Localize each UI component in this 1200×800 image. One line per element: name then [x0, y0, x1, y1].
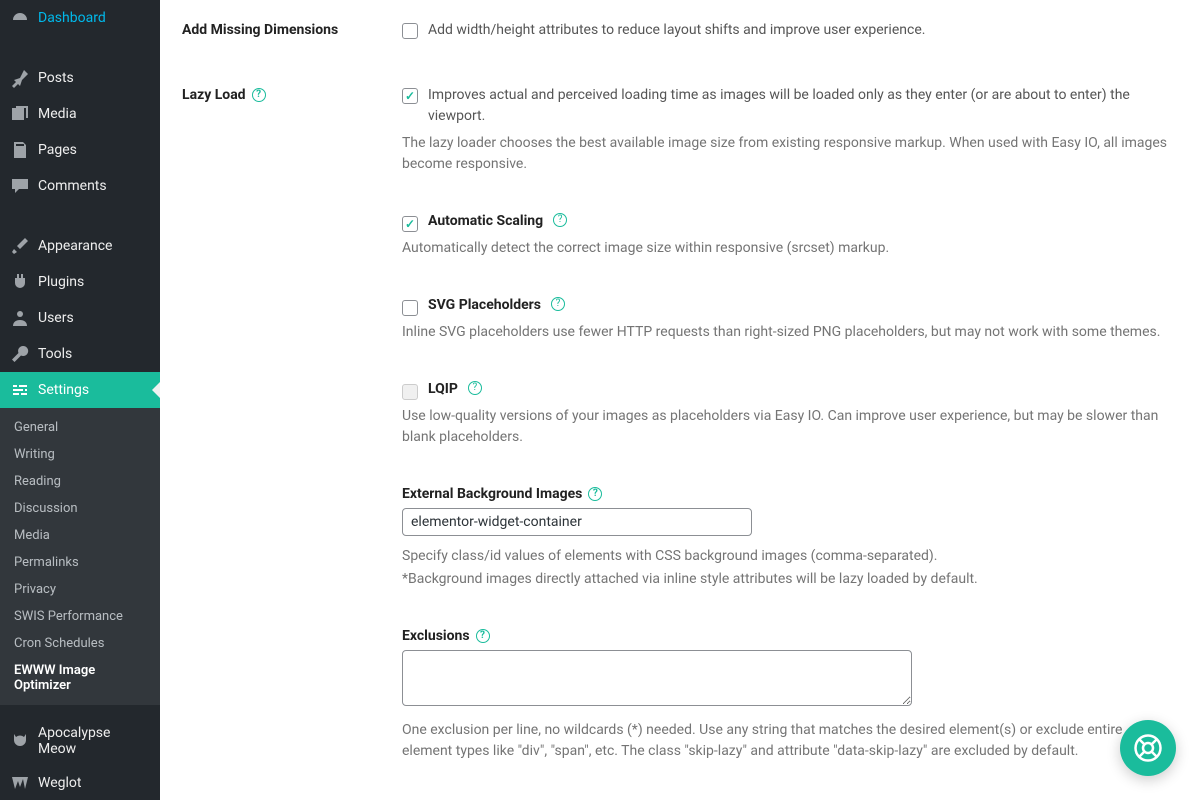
- submenu-swis[interactable]: SWIS Performance: [0, 603, 160, 630]
- submenu-general[interactable]: General: [0, 414, 160, 441]
- users-icon: [10, 308, 30, 328]
- submenu-discussion[interactable]: Discussion: [0, 495, 160, 522]
- textarea-exclusions[interactable]: [402, 650, 912, 706]
- wrench-icon: [10, 344, 30, 364]
- menu-label: Comments: [38, 178, 107, 194]
- menu-label: Users: [38, 310, 74, 326]
- block-svg-placeholders: SVG Placeholders ? Inline SVG placeholde…: [402, 297, 1170, 343]
- menu-label: Appearance: [38, 238, 112, 254]
- sidebar-item-apocalypse[interactable]: Apocalypse Meow: [0, 717, 160, 765]
- checkbox-lazy-load[interactable]: [402, 88, 418, 104]
- pages-icon: [10, 140, 30, 160]
- block-automatic-scaling: Automatic Scaling ? Automatically detect…: [402, 213, 1170, 259]
- help-icon[interactable]: ?: [551, 297, 565, 311]
- menu-label: Apocalypse Meow: [38, 725, 150, 757]
- pin-icon: [10, 68, 30, 88]
- block-exclusions: Exclusions ? One exclusion per line, no …: [402, 628, 1170, 762]
- dashboard-icon: [10, 8, 30, 28]
- submenu-cron[interactable]: Cron Schedules: [0, 630, 160, 657]
- row-add-missing-dimensions: Add Missing Dimensions Add width/height …: [182, 20, 1170, 45]
- label-lazy-load: Lazy Load: [182, 87, 246, 103]
- submenu-privacy[interactable]: Privacy: [0, 576, 160, 603]
- sidebar-item-tools[interactable]: Tools: [0, 336, 160, 372]
- submenu-writing[interactable]: Writing: [0, 441, 160, 468]
- menu-label: Settings: [38, 382, 89, 398]
- help-icon[interactable]: ?: [476, 629, 490, 643]
- label-external-bg: External Background Images: [402, 486, 582, 502]
- help-icon[interactable]: ?: [468, 381, 482, 395]
- sidebar-item-comments[interactable]: Comments: [0, 168, 160, 204]
- desc-add-missing: Add width/height attributes to reduce la…: [428, 20, 925, 41]
- submenu-permalinks[interactable]: Permalinks: [0, 549, 160, 576]
- label-add-missing: Add Missing Dimensions: [182, 20, 402, 38]
- help-icon[interactable]: ?: [553, 213, 567, 227]
- checkbox-automatic-scaling[interactable]: [402, 216, 418, 232]
- menu-label: Dashboard: [38, 10, 106, 26]
- brush-icon: [10, 236, 30, 256]
- sliders-icon: [10, 380, 30, 400]
- lifebuoy-icon: [1133, 733, 1163, 763]
- cat-icon: [10, 731, 30, 751]
- checkbox-svg-placeholders[interactable]: [402, 300, 418, 316]
- menu-label: Pages: [38, 142, 77, 158]
- block-external-bg: External Background Images ? Specify cla…: [402, 486, 1170, 590]
- desc-external-bg-2: *Background images directly attached via…: [402, 569, 1170, 590]
- input-external-bg[interactable]: [402, 508, 752, 536]
- label-svg-placeholders: SVG Placeholders: [428, 297, 541, 313]
- admin-sidebar: Dashboard Posts Media Pages Comments App…: [0, 0, 160, 800]
- desc-automatic-scaling: Automatically detect the correct image s…: [402, 238, 1170, 259]
- submenu-media[interactable]: Media: [0, 522, 160, 549]
- desc-lazy-load: The lazy loader chooses the best availab…: [402, 133, 1170, 175]
- label-automatic-scaling: Automatic Scaling: [428, 213, 543, 229]
- checkbox-add-missing-dimensions[interactable]: [402, 23, 418, 39]
- checkbox-lqip: [402, 384, 418, 400]
- sidebar-item-posts[interactable]: Posts: [0, 60, 160, 96]
- sidebar-item-dashboard[interactable]: Dashboard: [0, 0, 160, 36]
- help-icon[interactable]: ?: [252, 88, 266, 102]
- settings-panel: Add Missing Dimensions Add width/height …: [160, 0, 1200, 800]
- block-lqip: LQIP ? Use low-quality versions of your …: [402, 381, 1170, 448]
- submenu-ewww[interactable]: EWWW Image Optimizer: [0, 657, 160, 699]
- weglot-icon: [10, 773, 30, 793]
- desc-external-bg-1: Specify class/id values of elements with…: [402, 546, 1170, 567]
- sidebar-item-media[interactable]: Media: [0, 96, 160, 132]
- menu-label: Posts: [38, 70, 74, 86]
- desc-svg-placeholders: Inline SVG placeholders use fewer HTTP r…: [402, 322, 1170, 343]
- sidebar-item-users[interactable]: Users: [0, 300, 160, 336]
- sidebar-item-weglot[interactable]: Weglot: [0, 765, 160, 800]
- media-icon: [10, 104, 30, 124]
- menu-label: Plugins: [38, 274, 84, 290]
- desc-exclusions: One exclusion per line, no wildcards (*)…: [402, 720, 1170, 762]
- settings-submenu: General Writing Reading Discussion Media…: [0, 408, 160, 705]
- label-exclusions: Exclusions: [402, 628, 470, 644]
- label-lqip: LQIP: [428, 381, 458, 397]
- desc-lazy-load-cb: Improves actual and perceived loading ti…: [428, 85, 1170, 127]
- sidebar-item-appearance[interactable]: Appearance: [0, 228, 160, 264]
- submenu-reading[interactable]: Reading: [0, 468, 160, 495]
- menu-label: Media: [38, 106, 77, 122]
- row-lazy-load: Lazy Load ? Improves actual and perceive…: [182, 85, 1170, 762]
- menu-label: Tools: [38, 346, 72, 362]
- menu-label: Weglot: [38, 775, 81, 791]
- sidebar-item-pages[interactable]: Pages: [0, 132, 160, 168]
- comments-icon: [10, 176, 30, 196]
- plug-icon: [10, 272, 30, 292]
- help-beacon-button[interactable]: [1120, 720, 1176, 776]
- help-icon[interactable]: ?: [588, 487, 602, 501]
- desc-lqip: Use low-quality versions of your images …: [402, 406, 1170, 448]
- sidebar-item-settings[interactable]: Settings: [0, 372, 160, 408]
- sidebar-item-plugins[interactable]: Plugins: [0, 264, 160, 300]
